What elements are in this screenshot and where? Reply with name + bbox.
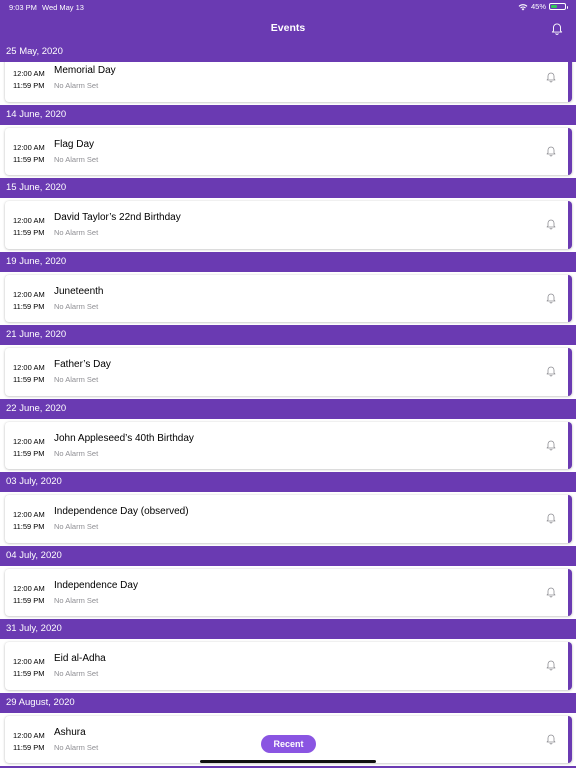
event-start-time: 12:00 AM: [13, 142, 45, 152]
event-card[interactable]: 12:00 AM 11:59 PM David Taylor’s 22nd Birt…: [5, 201, 572, 249]
event-title: David Taylor’s 22nd Birthday: [54, 212, 181, 223]
event-row[interactable]: 12:00 AM 11:59 PM Flag Day No Alarm Set: [0, 124, 576, 178]
date-section-header: 31 July, 2020: [0, 619, 576, 639]
alarm-status: No Alarm Set: [54, 81, 99, 90]
event-card[interactable]: 12:00 AM 11:59 PM Father’s Day No Alarm Set: [5, 348, 572, 396]
event-end-time: 11:59 PM: [13, 375, 45, 384]
event-start-time: 12:00 AM: [13, 363, 45, 372]
bell-icon[interactable]: [545, 438, 557, 451]
event-title: Ashura: [54, 726, 86, 738]
event-title: Independence Day (observed): [54, 506, 189, 517]
event-row[interactable]: 12:00 AM 11:59 PM Independence Day (observ…: [0, 492, 576, 546]
event-card[interactable]: 12:00 AM 11:59 PM Independence Day (observ…: [5, 495, 572, 543]
status-time: 9:03 PM: [9, 3, 37, 12]
event-row[interactable]: 12:00 AM 11:59 PM Father’s Day No Alarm Set: [0, 345, 576, 399]
event-title: Father’s Day: [54, 359, 111, 370]
bell-icon[interactable]: [545, 732, 557, 745]
bell-icon[interactable]: [545, 217, 557, 230]
alarm-status: No Alarm Set: [54, 595, 99, 605]
event-start-time: 12:00 AM: [13, 69, 45, 78]
event-start-time: 12:00 AM: [13, 216, 45, 225]
event-end-time: 11:59 PM: [13, 154, 45, 164]
date-section-header: 15 June, 2020: [0, 178, 576, 198]
event-end-time: 11:59 PM: [13, 595, 45, 605]
event-title: Memorial Day: [54, 65, 116, 76]
battery-icon: [549, 3, 568, 10]
event-row[interactable]: 12:00 AM 11:59 PM John Appleseed’s 40th Bi…: [0, 418, 576, 472]
event-row[interactable]: 12:00 AM 11:59 PM Juneteenth No Alarm Set: [0, 271, 576, 325]
date-section-header: 04 July, 2020: [0, 545, 576, 566]
event-row[interactable]: 12:00 AM 11:59 PM Independence Day No Alarm…: [0, 565, 576, 619]
event-start-time: 12:00 AM: [13, 289, 45, 299]
bell-icon[interactable]: [545, 511, 557, 524]
wifi-icon: [518, 3, 528, 10]
page-title: Events: [270, 22, 306, 34]
date-section-header: 29 August, 2020: [0, 692, 576, 713]
date-section-header: 22 June, 2020: [0, 398, 576, 419]
date-section-header: 19 June, 2020: [0, 251, 576, 272]
event-end-time: 11:59 PM: [13, 81, 45, 90]
events-list[interactable]: 12:00 AM 11:59 PM Memorial Day No Alarm Set…: [0, 42, 576, 768]
event-start-time: 12:00 AM: [13, 583, 45, 593]
date-section-header: 21 June, 2020: [0, 325, 576, 345]
event-end-time: 11:59 PM: [13, 301, 45, 311]
event-end-time: 11:59 PM: [13, 742, 45, 752]
bell-icon[interactable]: [545, 144, 557, 157]
event-card[interactable]: 12:00 AM 11:59 PM Flag Day No Alarm Set: [5, 127, 572, 175]
status-indicators: 45%: [518, 2, 568, 11]
bell-icon[interactable]: [550, 21, 564, 35]
bell-icon[interactable]: [545, 291, 557, 304]
event-start-time: 12:00 AM: [13, 657, 45, 666]
event-card[interactable]: 12:00 AM 11:59 PM Juneteenth No Alarm Set: [5, 274, 572, 322]
event-row[interactable]: 12:00 AM 11:59 PM Eid al-Adha No Alarm Set: [0, 639, 576, 693]
alarm-status: No Alarm Set: [54, 375, 99, 384]
event-card[interactable]: 12:00 AM 11:59 PM Independence Day No Alarm…: [5, 568, 572, 616]
event-card[interactable]: 12:00 AM 11:59 PM Eid al-Adha No Alarm Set: [5, 642, 572, 690]
bell-icon[interactable]: [545, 364, 557, 377]
status-date: Wed May 13: [42, 3, 84, 12]
date-section-header: 25 May, 2020: [0, 42, 576, 62]
event-title: Independence Day: [54, 579, 138, 591]
event-end-time: 11:59 PM: [13, 448, 45, 458]
event-title: Flag Day: [54, 138, 95, 150]
bell-icon[interactable]: [545, 585, 557, 598]
alarm-status: No Alarm Set: [54, 522, 99, 531]
alarm-status: No Alarm Set: [54, 154, 99, 164]
alarm-status: No Alarm Set: [54, 448, 99, 458]
alarm-status: No Alarm Set: [54, 228, 99, 237]
home-indicator: [200, 760, 376, 763]
event-title: Juneteenth: [54, 285, 104, 297]
event-title: John Appleseed’s 40th Birthday: [54, 432, 194, 444]
event-start-time: 12:00 AM: [13, 436, 45, 446]
event-title: Eid al-Adha: [54, 653, 106, 664]
date-section-header: 03 July, 2020: [0, 472, 576, 492]
event-end-time: 11:59 PM: [13, 522, 45, 531]
battery-percent: 45%: [530, 2, 546, 11]
event-start-time: 12:00 AM: [13, 730, 45, 740]
event-end-time: 11:59 PM: [13, 228, 45, 237]
bell-icon[interactable]: [545, 658, 557, 671]
event-row[interactable]: 12:00 AM 11:59 PM David Taylor’s 22nd Birt…: [0, 198, 576, 252]
alarm-status: No Alarm Set: [54, 669, 99, 678]
navigation-bar: Events: [0, 14, 576, 42]
status-bar: 9:03 PM Wed May 13 45%: [0, 0, 576, 14]
alarm-status: No Alarm Set: [54, 742, 99, 752]
recent-button[interactable]: Recent: [261, 735, 316, 753]
alarm-status: No Alarm Set: [54, 301, 99, 311]
event-start-time: 12:00 AM: [13, 510, 45, 519]
event-card[interactable]: 12:00 AM 11:59 PM John Appleseed’s 40th Bi…: [5, 421, 572, 469]
bell-icon[interactable]: [545, 70, 557, 83]
event-end-time: 11:59 PM: [13, 669, 45, 678]
date-section-header: 14 June, 2020: [0, 104, 576, 125]
